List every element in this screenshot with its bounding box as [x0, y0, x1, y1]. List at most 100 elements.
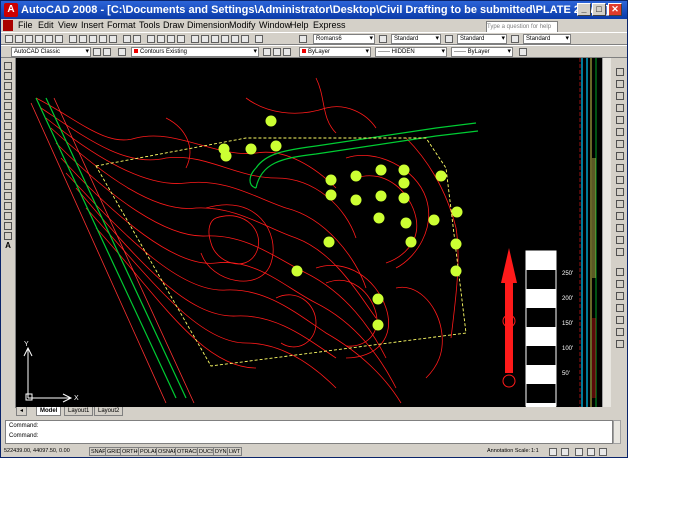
table-style-select[interactable]: Standard	[457, 34, 507, 44]
workspace-select[interactable]: AutoCAD Classic	[11, 47, 91, 57]
match-properties-icon[interactable]	[99, 35, 107, 43]
menu-modify[interactable]: Modify	[229, 19, 256, 32]
hatch-icon[interactable]	[4, 202, 12, 210]
mirror-icon[interactable]	[616, 92, 624, 100]
spline-icon[interactable]	[4, 142, 12, 150]
table-icon[interactable]	[4, 232, 12, 240]
annotation-visibility-icon[interactable]	[549, 448, 557, 456]
menu-draw[interactable]: Draw	[163, 19, 184, 32]
erase-icon[interactable]	[616, 68, 624, 76]
polygon-icon[interactable]	[4, 92, 12, 100]
layer-previous-icon[interactable]	[273, 48, 281, 56]
design-center-icon[interactable]	[201, 35, 209, 43]
close-button[interactable]: ✕	[608, 3, 622, 16]
layer-select[interactable]: Contours Existing	[131, 47, 259, 57]
insert-block-icon[interactable]	[4, 172, 12, 180]
undo-icon[interactable]	[123, 35, 131, 43]
stretch-icon[interactable]	[616, 164, 624, 172]
paste-icon[interactable]	[89, 35, 97, 43]
tab-layout1[interactable]: Layout1	[64, 407, 94, 416]
new-icon[interactable]	[5, 35, 13, 43]
ellipse-arc-icon[interactable]	[4, 162, 12, 170]
arc-icon[interactable]	[4, 112, 12, 120]
drawing-vertical-scrollbar[interactable]	[602, 58, 611, 407]
maximize-button[interactable]: □	[592, 3, 606, 16]
dim-style-icon[interactable]	[379, 35, 387, 43]
dim-style-select[interactable]: Standard	[391, 34, 441, 44]
menu-tools[interactable]: Tools	[139, 19, 160, 32]
linetype-select[interactable]: ------ HIDDEN	[375, 47, 447, 57]
menu-edit[interactable]: Edit	[38, 19, 54, 32]
array-icon[interactable]	[616, 116, 624, 124]
layer-manager-icon[interactable]	[118, 48, 126, 56]
save-icon[interactable]	[25, 35, 33, 43]
menu-view[interactable]: View	[58, 19, 77, 32]
text-style-icon[interactable]	[299, 35, 307, 43]
document-icon[interactable]	[3, 20, 13, 31]
minimize-button[interactable]: _	[577, 3, 591, 16]
circle-icon[interactable]	[4, 122, 12, 130]
snap-perpendicular-icon[interactable]	[616, 316, 624, 324]
layer-state-icon[interactable]	[283, 48, 291, 56]
pan-icon[interactable]	[147, 35, 155, 43]
coordinate-readout[interactable]: 522439.00, 44097.50, 0.00	[4, 446, 70, 457]
menu-help[interactable]: Help	[290, 19, 309, 32]
open-icon[interactable]	[15, 35, 23, 43]
annotation-scale-value[interactable]: 1:1	[531, 446, 539, 457]
menu-file[interactable]: File	[18, 19, 33, 32]
break-icon[interactable]	[616, 200, 624, 208]
snap-endpoint-icon[interactable]	[616, 268, 624, 276]
join-icon[interactable]	[616, 212, 624, 220]
point-icon[interactable]	[4, 192, 12, 200]
redo-icon[interactable]	[133, 35, 141, 43]
menu-dimension[interactable]: Dimension	[187, 19, 230, 32]
tab-nav-first[interactable]: ◂	[16, 407, 28, 416]
text-style-select[interactable]: Romans6	[313, 34, 375, 44]
menu-express[interactable]: Express	[313, 19, 346, 32]
explode-icon[interactable]	[616, 248, 624, 256]
command-window[interactable]: Command: Command:	[5, 420, 613, 444]
mleader-style-icon[interactable]	[511, 35, 519, 43]
rectangle-icon[interactable]	[4, 102, 12, 110]
tab-layout2[interactable]: Layout2	[94, 407, 124, 416]
workspace-save-icon[interactable]	[103, 48, 111, 56]
tab-model[interactable]: Model	[36, 407, 62, 416]
print-icon[interactable]	[35, 35, 43, 43]
multiline-text-icon[interactable]: A	[4, 242, 12, 250]
help-icon[interactable]	[255, 35, 263, 43]
lwt-toggle[interactable]: LWT	[227, 447, 243, 456]
lineweight-select[interactable]: ------ ByLayer	[451, 47, 513, 57]
snap-center-icon[interactable]	[616, 304, 624, 312]
construction-line-icon[interactable]	[4, 72, 12, 80]
gradient-icon[interactable]	[4, 212, 12, 220]
plot-style-icon[interactable]	[519, 48, 527, 56]
line-icon[interactable]	[4, 62, 12, 70]
drawing-canvas[interactable]: 250' 200' 150' 100' 50' Y X	[16, 58, 602, 407]
make-current-layer-icon[interactable]	[263, 48, 271, 56]
publish-icon[interactable]	[55, 35, 63, 43]
snap-intersection-icon[interactable]	[616, 292, 624, 300]
polyline-icon[interactable]	[4, 82, 12, 90]
fillet-icon[interactable]	[616, 236, 624, 244]
snap-midpoint-icon[interactable]	[616, 280, 624, 288]
autocad-logo-icon[interactable]: A	[4, 3, 18, 17]
revision-cloud-icon[interactable]	[4, 132, 12, 140]
extend-icon[interactable]	[616, 188, 624, 196]
zoom-window-icon[interactable]	[167, 35, 175, 43]
command-prompt[interactable]: Command:	[9, 433, 38, 439]
copy-icon[interactable]	[79, 35, 87, 43]
copy-object-icon[interactable]	[616, 80, 624, 88]
chamfer-icon[interactable]	[616, 224, 624, 232]
scale-icon[interactable]	[616, 152, 624, 160]
menu-window[interactable]: Window	[259, 19, 291, 32]
rotate-icon[interactable]	[616, 140, 624, 148]
workspace-settings-icon[interactable]	[93, 48, 101, 56]
markup-icon[interactable]	[231, 35, 239, 43]
zoom-previous-icon[interactable]	[177, 35, 185, 43]
preview-icon[interactable]	[45, 35, 53, 43]
offset-icon[interactable]	[616, 104, 624, 112]
ellipse-icon[interactable]	[4, 152, 12, 160]
snap-settings-icon[interactable]	[616, 340, 624, 348]
mleader-style-select[interactable]: Standard	[523, 34, 571, 44]
move-icon[interactable]	[616, 128, 624, 136]
